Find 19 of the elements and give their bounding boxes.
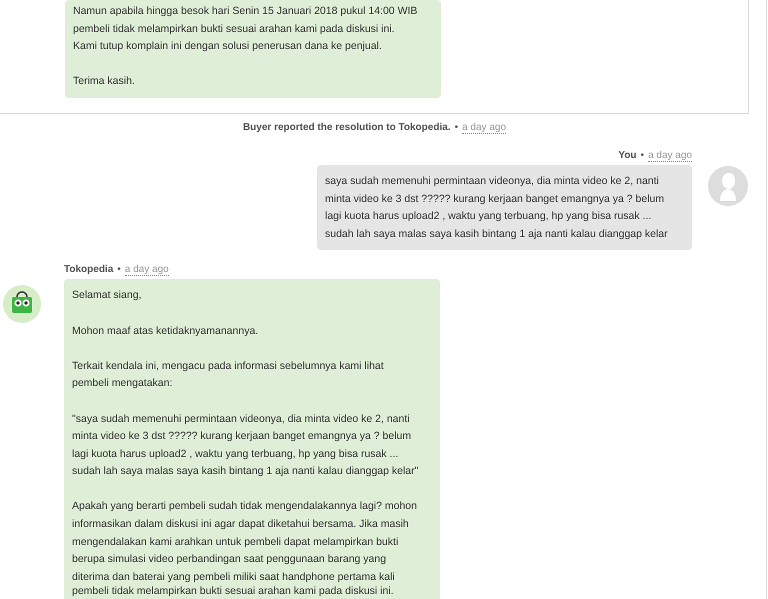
author-name: Tokopedia [64, 264, 114, 276]
message-text: saya sudah memenuhi permintaan videonya, dia minta video ke 2, nanti minta video ke 3 dst ????? kurang kerjaan banget emangnya ya ? belum lagi kuota harus upload2 , waktu yang terbuang, hp yang bisa rusak ... sudah lah saya malas saya kasih bintang 1 aja nanti kalau dianggap kelar [325, 174, 669, 242]
message-text: "saya sudah memenuhi permintaan videonya, dia minta video ke 2, nanti minta video ke 3 dst ????? kurang kerjaan banget emangnya ya ? belum lagi kuota harus upload2 , waktu yang terbuang, hp yang bisa rusak ... sudah lah saya malas saya kasih bintang 1 aja nanti kalau dianggap kelar" [72, 412, 420, 480]
message-text: pembeli tidak melampirkan bukti sesuai arahan kami pada diskusi ini. [72, 586, 395, 596]
event-text: Buyer reported the resolution to Tokopedia. [242, 122, 451, 133]
message-text: Terkait kendala ini, mengacu pada informasi sebelumnya kami lihat pembeli mengatakan: [72, 358, 385, 392]
message-text: Mohon maaf atas ketidaknyamanannya. [72, 324, 260, 339]
author-name: You [618, 150, 637, 161]
owl-bag-icon [2, 284, 42, 324]
separator-dot: • [640, 150, 644, 161]
timestamp: a day ago [462, 122, 506, 134]
separator-dot: • [117, 264, 121, 276]
timestamp: a day ago [124, 264, 169, 276]
separator-dot: • [454, 122, 458, 133]
timestamp: a day ago [648, 150, 692, 162]
message-text: Namun apabila hingga besok hari Senin 15 Januari 2018 pukul 14:00 WIB pembeli tidak melampirkan bukti sesuai arahan kami pada diskusi ini. Kami tutup komplain ini dengan solusi penerusan dana ke penjual. [73, 4, 418, 54]
user-avatar-icon [708, 166, 748, 206]
message-text: Selamat siang, [72, 288, 142, 304]
message-text: Terima kasih. [73, 74, 136, 90]
